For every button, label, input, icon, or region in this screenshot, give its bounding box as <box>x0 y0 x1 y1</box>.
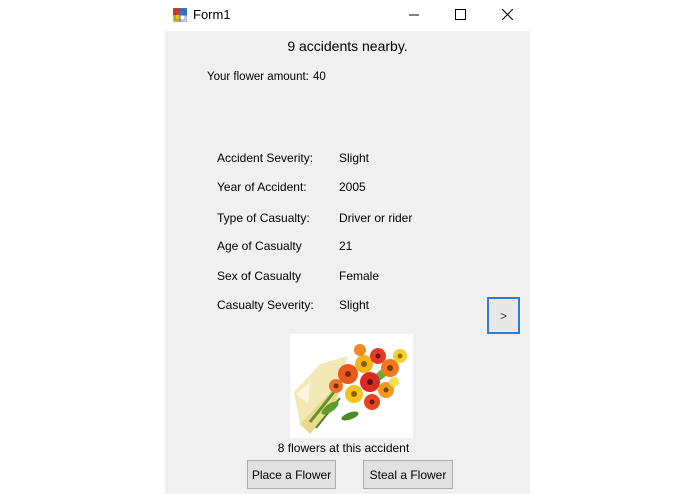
app-icon <box>173 8 188 23</box>
type-of-casualty-value: Driver or rider <box>339 211 413 225</box>
main-window: Form1 9 accidents nearby. Your flower am… <box>165 0 530 494</box>
flowers-at-accident-text: 8 flowers at this accident <box>277 441 410 455</box>
flower-bouquet-image <box>290 334 413 438</box>
sex-of-casualty-value: Female <box>339 269 380 283</box>
type-of-casualty-label: Type of Casualty: <box>217 211 310 225</box>
maximize-button[interactable] <box>437 0 483 31</box>
flower-amount-value: 40 <box>313 71 326 83</box>
casualty-severity-value: Slight <box>339 298 370 312</box>
place-flower-button[interactable]: Place a Flower <box>247 460 336 489</box>
accidents-nearby-heading: 9 accidents nearby. <box>287 38 408 54</box>
next-accident-button[interactable]: > <box>487 297 520 334</box>
year-of-accident-label: Year of Accident: <box>217 180 307 194</box>
accident-severity-value: Slight <box>339 151 370 165</box>
age-of-casualty-label: Age of Casualty <box>217 239 302 253</box>
minimize-icon <box>409 7 419 25</box>
sex-of-casualty-label: Sex of Casualty <box>217 269 302 283</box>
flower-amount-label: Your flower amount: <box>207 71 309 83</box>
age-of-casualty-value: 21 <box>339 239 353 253</box>
year-of-accident-value: 2005 <box>339 180 366 194</box>
form-client-area: 9 accidents nearby. Your flower amount: … <box>165 31 530 494</box>
steal-flower-button[interactable]: Steal a Flower <box>363 460 453 489</box>
maximize-icon <box>454 7 466 25</box>
close-button[interactable] <box>484 0 530 31</box>
window-title: Form1 <box>193 7 231 22</box>
accident-severity-label: Accident Severity: <box>217 151 314 165</box>
close-icon <box>501 7 513 25</box>
casualty-severity-label: Casualty Severity: <box>217 298 314 312</box>
title-bar[interactable]: Form1 <box>165 0 530 31</box>
minimize-button[interactable] <box>391 0 437 31</box>
